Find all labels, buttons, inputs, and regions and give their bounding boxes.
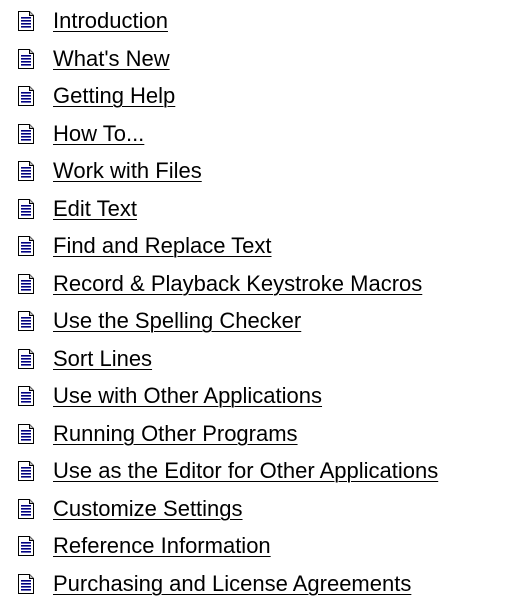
help-topic-item[interactable]: Customize Settings: [0, 490, 523, 527]
help-topic-item[interactable]: Introduction: [0, 2, 523, 39]
help-topic-item[interactable]: Work with Files: [0, 152, 523, 189]
help-topic-item[interactable]: Sort Lines: [0, 340, 523, 377]
help-topic-item[interactable]: Running Other Programs: [0, 415, 523, 452]
help-topic-item[interactable]: Purchasing and License Agreements: [0, 565, 523, 602]
help-topic-link[interactable]: Find and Replace Text: [53, 231, 272, 261]
document-page-icon: [17, 498, 35, 520]
document-page-icon: [17, 85, 35, 107]
help-topic-link[interactable]: Work with Files: [53, 156, 202, 186]
help-topic-link[interactable]: What's New: [53, 44, 170, 74]
document-page-icon: [17, 348, 35, 370]
document-page-icon: [17, 10, 35, 32]
help-topic-link[interactable]: Introduction: [53, 6, 168, 36]
help-topic-item[interactable]: Find and Replace Text: [0, 227, 523, 264]
document-page-icon: [17, 460, 35, 482]
help-topic-item[interactable]: Use with Other Applications: [0, 377, 523, 414]
document-page-icon: [17, 573, 35, 595]
help-topic-link[interactable]: Use the Spelling Checker: [53, 306, 301, 336]
document-page-icon: [17, 385, 35, 407]
help-topic-item[interactable]: What's New: [0, 40, 523, 77]
help-topic-link[interactable]: Running Other Programs: [53, 419, 298, 449]
help-topic-item[interactable]: Record & Playback Keystroke Macros: [0, 265, 523, 302]
help-topic-link[interactable]: How To...: [53, 119, 144, 149]
help-topic-item[interactable]: Getting Help: [0, 77, 523, 114]
help-topic-link[interactable]: Use as the Editor for Other Applications: [53, 456, 438, 486]
help-topic-link[interactable]: Reference Information: [53, 531, 271, 561]
document-page-icon: [17, 198, 35, 220]
document-page-icon: [17, 535, 35, 557]
help-topic-item[interactable]: Edit Text: [0, 190, 523, 227]
help-topic-item[interactable]: How To...: [0, 115, 523, 152]
help-topic-item[interactable]: Use as the Editor for Other Applications: [0, 452, 523, 489]
help-topic-item[interactable]: Use the Spelling Checker: [0, 302, 523, 339]
document-page-icon: [17, 273, 35, 295]
help-topic-link[interactable]: Edit Text: [53, 194, 137, 224]
document-page-icon: [17, 310, 35, 332]
document-page-icon: [17, 235, 35, 257]
help-topic-link[interactable]: Purchasing and License Agreements: [53, 569, 411, 599]
document-page-icon: [17, 160, 35, 182]
document-page-icon: [17, 123, 35, 145]
help-topic-item[interactable]: Reference Information: [0, 527, 523, 564]
document-page-icon: [17, 423, 35, 445]
help-topic-link[interactable]: Record & Playback Keystroke Macros: [53, 269, 422, 299]
document-page-icon: [17, 48, 35, 70]
help-topic-link[interactable]: Getting Help: [53, 81, 175, 111]
help-topic-link[interactable]: Use with Other Applications: [53, 381, 322, 411]
help-topic-link[interactable]: Customize Settings: [53, 494, 243, 524]
help-topic-link[interactable]: Sort Lines: [53, 344, 152, 374]
